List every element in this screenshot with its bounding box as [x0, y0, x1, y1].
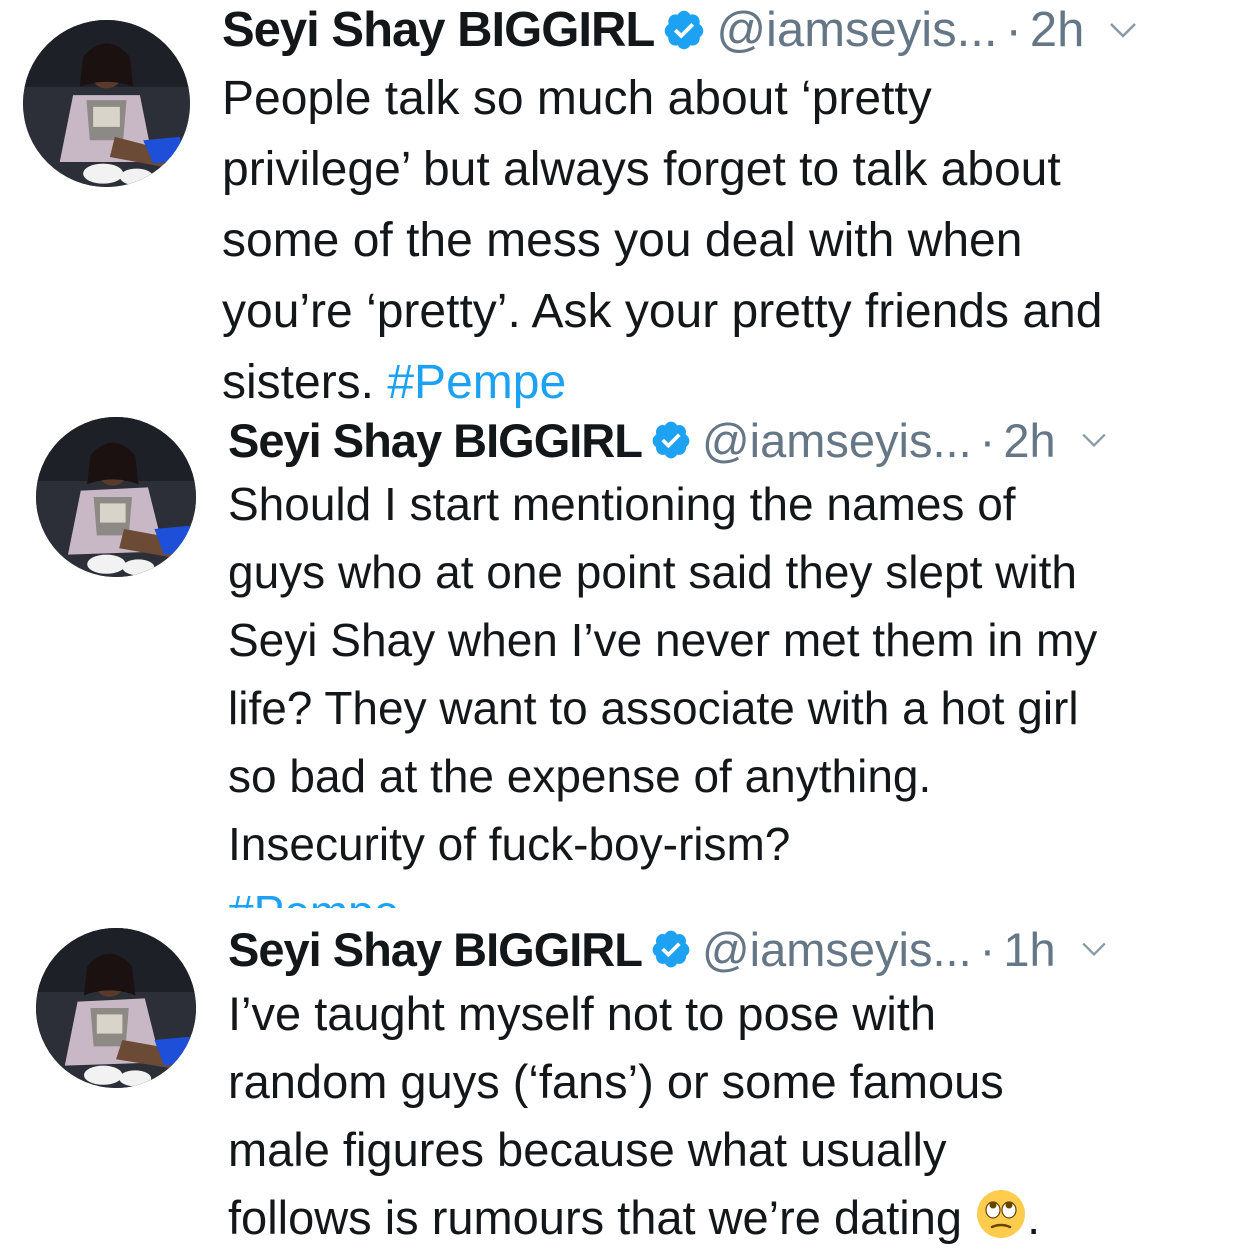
tweet[interactable]: Seyi Shay BIGGIRL @iamseyis... · 1h I’ve…: [0, 918, 1247, 1247]
user-handle[interactable]: @iamseyis...: [716, 2, 997, 58]
display-name[interactable]: Seyi Shay BIGGIRL: [222, 2, 655, 58]
avatar[interactable]: [23, 20, 190, 187]
user-handle[interactable]: @iamseyis...: [702, 413, 972, 468]
avatar-photo: [36, 928, 196, 1088]
display-name[interactable]: Seyi Shay BIGGIRL: [228, 922, 643, 977]
tweet-content: Seyi Shay BIGGIRL @iamseyis... · 2h Shou…: [228, 410, 1227, 908]
tweet-header: Seyi Shay BIGGIRL @iamseyis... · 2h: [222, 0, 1227, 60]
tweet-content: Seyi Shay BIGGIRL @iamseyis... · 1h I’ve…: [228, 918, 1227, 1258]
timestamp[interactable]: 2h: [1030, 2, 1085, 58]
separator-dot: ·: [979, 922, 996, 976]
timestamp[interactable]: 2h: [1003, 413, 1055, 468]
chevron-down-icon[interactable]: [1080, 940, 1108, 958]
tweet-header: Seyi Shay BIGGIRL @iamseyis... · 1h: [228, 918, 1227, 980]
separator-dot: ·: [979, 413, 996, 467]
verified-badge-icon: [662, 8, 706, 52]
tweet-header: Seyi Shay BIGGIRL @iamseyis... · 2h: [228, 410, 1227, 470]
tweet-text: I’ve taught myself not to pose with rand…: [228, 980, 1227, 1258]
timestamp[interactable]: 1h: [1003, 922, 1055, 977]
tweet[interactable]: Seyi Shay BIGGIRL @iamseyis... · 2h Peop…: [0, 0, 1247, 410]
chevron-down-icon[interactable]: [1080, 431, 1108, 449]
tweet-body-end: .: [1027, 1191, 1041, 1244]
tweet-body: People talk so much about ‘pretty privil…: [222, 72, 1103, 409]
verified-badge-icon: [650, 928, 692, 970]
avatar-photo: [36, 417, 196, 577]
tweet-text: Should I start mentioning the names of g…: [228, 470, 1227, 908]
avatar[interactable]: [36, 417, 196, 577]
hashtag-link[interactable]: #Pempe: [387, 356, 566, 409]
avatar[interactable]: [36, 928, 196, 1088]
tweet-body: I’ve taught myself not to pose with rand…: [228, 987, 1004, 1244]
tweet[interactable]: Seyi Shay BIGGIRL @iamseyis... · 2h Shou…: [0, 410, 1247, 930]
tweet-body: Should I start mentioning the names of g…: [228, 478, 1098, 870]
face-with-rolling-eyes-icon: [975, 1188, 1027, 1258]
display-name[interactable]: Seyi Shay BIGGIRL: [228, 413, 643, 468]
avatar-photo: [23, 20, 190, 187]
verified-badge-icon: [650, 419, 692, 461]
hashtag-link[interactable]: #Pempe: [228, 886, 399, 908]
user-handle[interactable]: @iamseyis...: [702, 922, 972, 977]
chevron-down-icon[interactable]: [1108, 20, 1138, 40]
tweet-text: People talk so much about ‘pretty privil…: [222, 63, 1227, 418]
tweet-content: Seyi Shay BIGGIRL @iamseyis... · 2h Peop…: [222, 0, 1227, 418]
separator-dot: ·: [1005, 3, 1022, 57]
